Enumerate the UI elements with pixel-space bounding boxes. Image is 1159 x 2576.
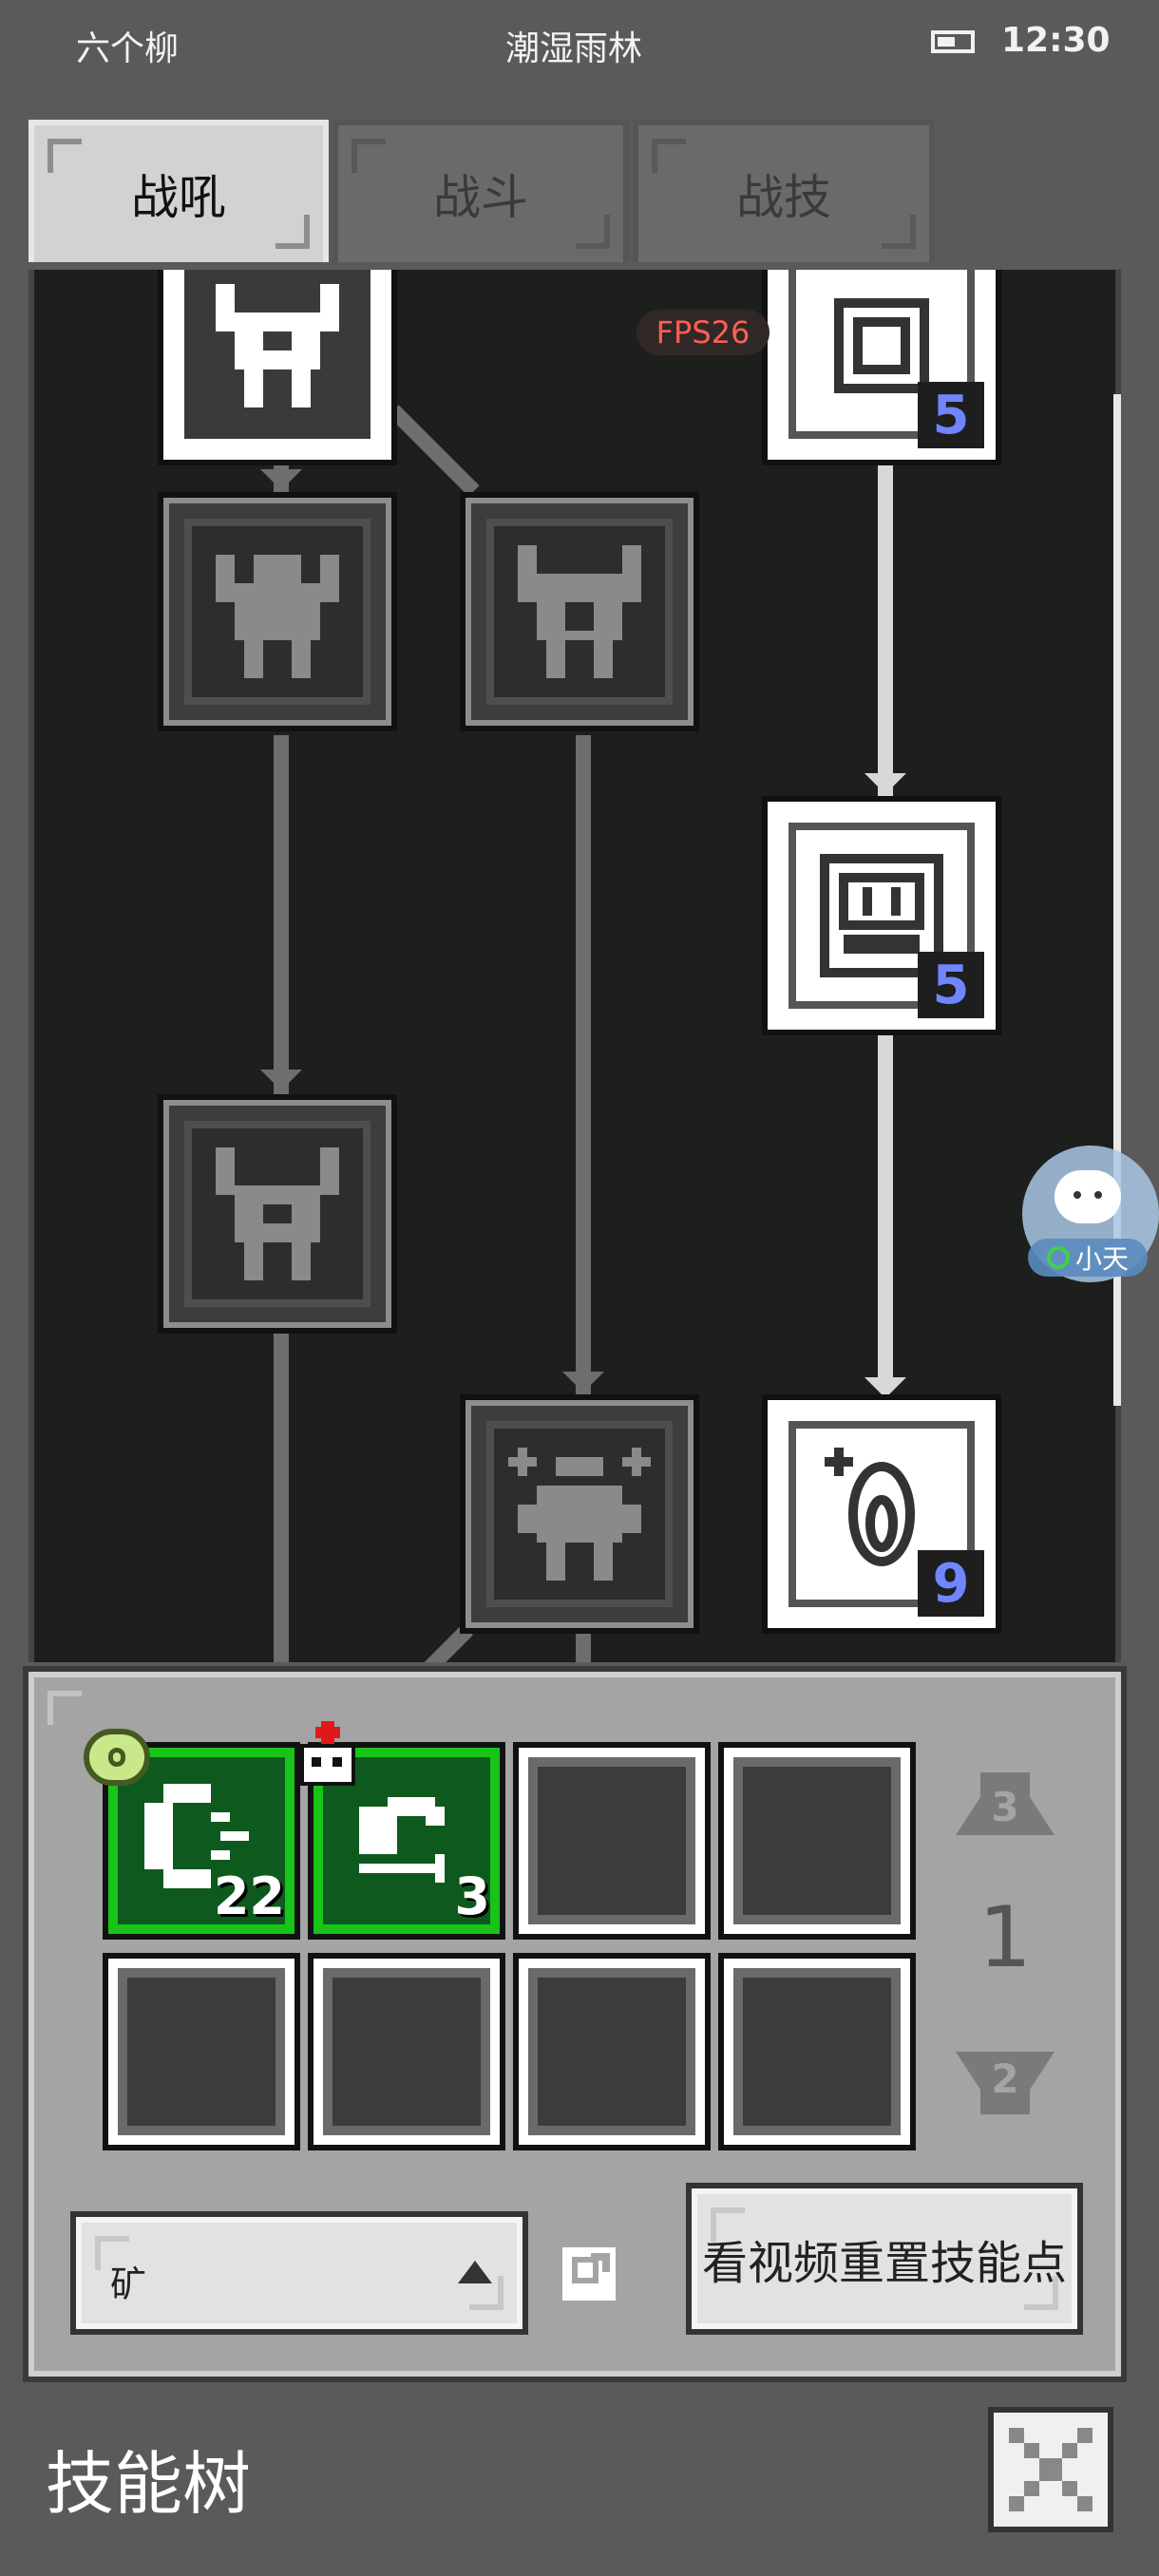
fps-counter: FPS26 bbox=[636, 310, 770, 355]
page-up-label: 3 bbox=[991, 1784, 1019, 1830]
node-frame bbox=[184, 519, 370, 705]
page-title: 技能树 bbox=[46, 2444, 252, 2524]
skill-slot-8[interactable] bbox=[718, 1953, 916, 2150]
connector-arrow bbox=[260, 469, 302, 490]
node-level-badge: 9 bbox=[918, 1550, 984, 1617]
skill-node-top-left[interactable] bbox=[158, 270, 397, 465]
node-level-badge: 5 bbox=[918, 952, 984, 1018]
connector-arrow bbox=[562, 1372, 604, 1392]
skill-slot-5[interactable] bbox=[103, 1953, 300, 2150]
slot-frame bbox=[733, 1757, 901, 1924]
assistant-bubble[interactable]: 小天 bbox=[1022, 1146, 1159, 1282]
assistant-label: 小天 bbox=[1074, 1243, 1129, 1275]
slot-frame bbox=[733, 1968, 901, 2135]
tab-label: 战斗 bbox=[433, 170, 528, 225]
page-up-button[interactable]: 3 bbox=[956, 1772, 1054, 1835]
status-time: 12:30 bbox=[1001, 21, 1111, 60]
skill-slot-6[interactable] bbox=[308, 1953, 505, 2150]
skill-slot-7[interactable] bbox=[513, 1953, 711, 2150]
slot-frame bbox=[528, 1968, 695, 2135]
skill-node-row2-left[interactable] bbox=[158, 492, 397, 731]
locked-heal-icon bbox=[508, 1448, 651, 1581]
tab-corner-decoration bbox=[352, 139, 386, 173]
tab-label: 战吼 bbox=[131, 170, 226, 225]
tab-corner-decoration bbox=[276, 215, 310, 249]
node-frame bbox=[486, 519, 673, 705]
online-dot-icon bbox=[1046, 1246, 1070, 1269]
tab-corner-decoration bbox=[882, 215, 916, 249]
connector-arrow-active bbox=[864, 773, 906, 794]
skull-medic-icon bbox=[296, 1721, 359, 1793]
warrior-icon bbox=[216, 284, 339, 407]
page-current: 1 bbox=[978, 1888, 1032, 1986]
skill-node-row3-right[interactable]: 5 bbox=[762, 796, 1001, 1035]
skill-node-top-right[interactable]: 5 bbox=[762, 270, 1001, 465]
battery-icon bbox=[931, 30, 975, 53]
assistant-label-pill: 小天 bbox=[1028, 1239, 1148, 1277]
connector-line-diagonal bbox=[388, 405, 480, 497]
tab-battle-cry[interactable]: 战吼 bbox=[28, 120, 329, 262]
skill-tree-panel[interactable]: 5 5 9 FPS26 bbox=[28, 270, 1121, 1662]
tab-corner-decoration bbox=[652, 139, 686, 173]
status-location: 潮湿雨林 bbox=[505, 29, 643, 68]
node-frame bbox=[184, 1121, 370, 1307]
skill-node-row4-left[interactable] bbox=[158, 1094, 397, 1334]
connector-line-active bbox=[878, 1030, 893, 1391]
node-level-badge: 5 bbox=[918, 382, 984, 448]
page-down-button[interactable]: 2 bbox=[956, 2052, 1054, 2114]
skill-slot-3[interactable] bbox=[513, 1742, 711, 1940]
node-frame bbox=[486, 1421, 673, 1607]
skill-node-row5-mid[interactable] bbox=[460, 1394, 699, 1634]
select-corner-decoration bbox=[469, 2276, 504, 2310]
panel-corner-decoration bbox=[48, 1691, 82, 1725]
skill-node-row2-mid[interactable] bbox=[460, 492, 699, 731]
tab-label: 战技 bbox=[736, 170, 831, 225]
slot-frame bbox=[323, 1968, 490, 2135]
share-icon[interactable] bbox=[562, 2247, 616, 2301]
tab-combat-skill[interactable]: 战技 bbox=[633, 120, 935, 262]
close-icon bbox=[1009, 2428, 1092, 2511]
cloud-face-icon bbox=[1054, 1170, 1121, 1223]
close-button[interactable] bbox=[988, 2407, 1113, 2532]
locked-warrior-icon bbox=[216, 555, 339, 678]
node-frame bbox=[184, 270, 370, 439]
connector-arrow bbox=[260, 1070, 302, 1090]
skill-node-row5-right[interactable]: 9 bbox=[762, 1394, 1001, 1634]
slot-count: 3 bbox=[454, 1866, 490, 1926]
connector-line-diagonal bbox=[408, 1624, 473, 1662]
slot-count: 22 bbox=[213, 1866, 285, 1926]
ore-ring-icon bbox=[84, 1729, 150, 1786]
tab-corner-decoration bbox=[576, 215, 610, 249]
locked-horned-icon bbox=[518, 545, 641, 678]
reset-skill-points-button[interactable]: 看视频重置技能点 bbox=[686, 2183, 1083, 2335]
slot-frame bbox=[118, 1968, 285, 2135]
tab-corner-decoration bbox=[48, 139, 82, 173]
filter-select[interactable]: 矿 bbox=[70, 2211, 528, 2335]
slot-frame bbox=[528, 1757, 695, 1924]
filter-value: 矿 bbox=[110, 2263, 147, 2305]
tab-combat[interactable]: 战斗 bbox=[332, 120, 629, 262]
button-corner-decoration bbox=[1024, 2276, 1058, 2310]
status-carrier: 六个柳 bbox=[76, 29, 180, 68]
slash-skill-icon bbox=[359, 1797, 445, 1883]
button-corner-decoration bbox=[711, 2207, 745, 2242]
connector-line bbox=[274, 1334, 289, 1662]
reset-button-label: 看视频重置技能点 bbox=[701, 2237, 1067, 2290]
page-down-label: 2 bbox=[991, 2055, 1019, 2102]
locked-sword-icon bbox=[216, 1147, 339, 1280]
skill-slot-4[interactable] bbox=[718, 1742, 916, 1940]
